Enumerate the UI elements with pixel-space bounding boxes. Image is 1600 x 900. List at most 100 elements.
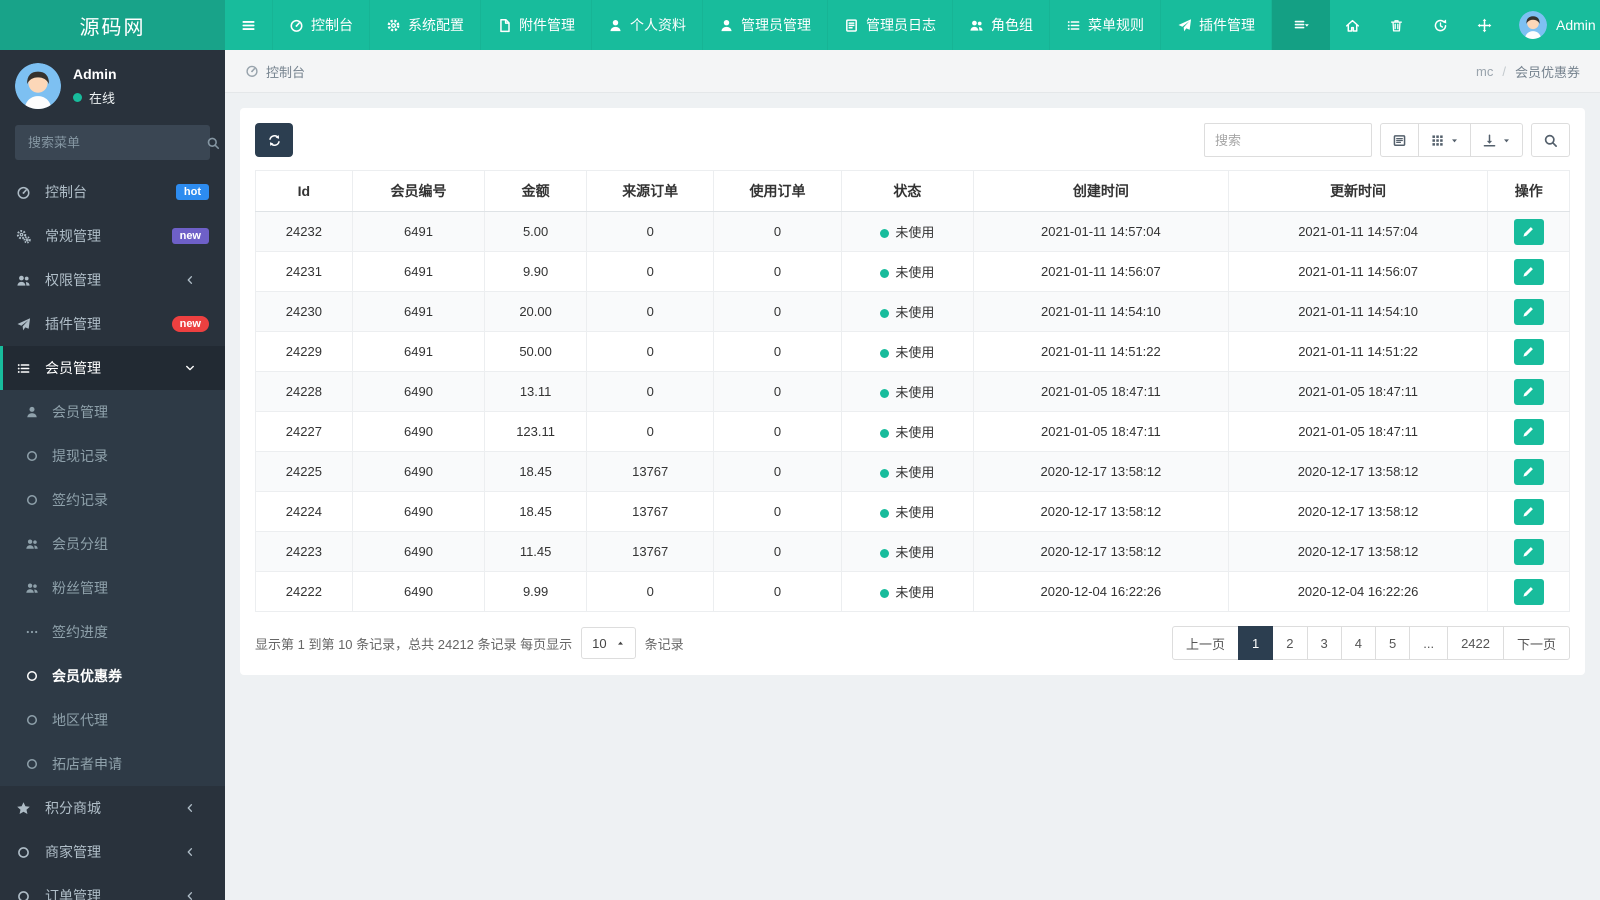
edit-button[interactable] (1513, 378, 1544, 405)
sidebar-subitem-sign-progress[interactable]: 签约进度 (0, 610, 225, 654)
column-header[interactable]: 会员编号 (351, 170, 486, 212)
page-button-3[interactable]: 3 (1306, 626, 1342, 660)
column-header[interactable]: 状态 (840, 170, 975, 212)
page-button-上一页[interactable]: 上一页 (1172, 626, 1240, 660)
nav-item-admin-log[interactable]: 管理员日志 (828, 0, 953, 50)
column-header[interactable]: 来源订单 (586, 170, 715, 212)
edit-button[interactable] (1513, 578, 1544, 605)
edit-button[interactable] (1513, 538, 1544, 565)
table-search-input[interactable] (1204, 123, 1372, 157)
nav-button-home[interactable] (1330, 0, 1374, 50)
edit-button[interactable] (1513, 458, 1544, 485)
breadcrumb-parent[interactable]: mc (1476, 64, 1493, 79)
page-button-5[interactable]: 5 (1374, 626, 1411, 660)
search-button[interactable] (1531, 123, 1570, 157)
nav-button-wipe-cache[interactable] (1374, 0, 1418, 50)
edit-button[interactable] (1513, 218, 1544, 245)
column-header[interactable]: 创建时间 (973, 170, 1229, 212)
sidebar-item-label: 常规管理 (45, 228, 101, 244)
cell-amount: 5.00 (484, 211, 588, 252)
sidebar-item-dashboard[interactable]: 控制台 hot (0, 170, 225, 214)
sidebar-item-label: 会员管理 (52, 404, 108, 420)
page-button-4[interactable]: 4 (1340, 626, 1376, 660)
sidebar-subitem-area-agent[interactable]: 地区代理 (0, 698, 225, 742)
table-row: 24223 6490 11.45 13767 0 未使用 2020-12-17 13:58:… (255, 531, 1570, 572)
cell-amount: 18.45 (484, 451, 588, 492)
nav-button-history[interactable] (1418, 0, 1462, 50)
sidebar-subitem-withdraw-record[interactable]: 提现记录 (0, 434, 225, 478)
menu-search-input[interactable] (26, 134, 206, 151)
nav-button-topmenu-dropdown[interactable] (1272, 0, 1330, 50)
columns-button[interactable] (1418, 123, 1471, 157)
edit-button[interactable] (1513, 258, 1544, 285)
cell-member_no: 6490 (351, 571, 486, 612)
column-header[interactable]: 操作 (1487, 170, 1570, 212)
caret-down-icon (1502, 136, 1511, 145)
nav-item-addon-manage[interactable]: 插件管理 (1161, 0, 1272, 50)
sidebar-item-member[interactable]: 会员管理 (0, 346, 225, 390)
status-dot-icon (880, 509, 890, 518)
refresh-button[interactable] (255, 123, 293, 157)
cell-source_order: 13767 (586, 531, 715, 572)
sidebar-item-auth[interactable]: 权限管理 (0, 258, 225, 302)
nav-item-admin-manage[interactable]: 管理员管理 (703, 0, 828, 50)
edit-button[interactable] (1513, 298, 1544, 325)
sidebar: Admin 在线 控制台hot常规管理new权限管理插件管理new会员管理会员管… (0, 50, 225, 900)
sidebar-item-merchant[interactable]: 商家管理 (0, 830, 225, 874)
breadcrumb-left[interactable]: 控制台 (266, 62, 305, 81)
online-dot-icon (73, 92, 82, 102)
nav-right-icons (1272, 0, 1506, 50)
sidebar-subitem-fans-manage[interactable]: 粉丝管理 (0, 566, 225, 610)
page-button-1[interactable]: 1 (1238, 626, 1274, 660)
nav-button-fullscreen[interactable] (1462, 0, 1506, 50)
page-button-2422[interactable]: 2422 (1447, 626, 1504, 660)
column-header[interactable]: Id (255, 170, 353, 212)
status-dot-icon (880, 309, 890, 318)
circle-o-icon (25, 713, 48, 727)
page-button-...[interactable]: ... (1409, 626, 1449, 660)
column-header[interactable]: 使用订单 (713, 170, 842, 212)
badge-new: new (171, 316, 209, 332)
column-header[interactable]: 更新时间 (1227, 170, 1489, 212)
sidebar-subitem-sign-record[interactable]: 签约记录 (0, 478, 225, 522)
cell-amount: 13.11 (484, 371, 588, 412)
sidebar-subitem-member-coupon[interactable]: 会员优惠券 (0, 654, 225, 698)
sidebar-subitem-member-manage[interactable]: 会员管理 (0, 390, 225, 434)
circle-o-icon (25, 757, 48, 771)
page-button-2[interactable]: 2 (1272, 626, 1308, 660)
edit-button[interactable] (1513, 498, 1544, 525)
sidebar-item-general[interactable]: 常规管理 new (0, 214, 225, 258)
per-page-select[interactable]: 10 (581, 627, 636, 659)
nav-item-role-group[interactable]: 角色组 (953, 0, 1050, 50)
cell-status: 未使用 (840, 571, 975, 612)
sidebar-toggle-button[interactable] (225, 0, 273, 50)
cell-updated: 2020-12-04 16:22:26 (1227, 571, 1489, 612)
nav-item-dashboard[interactable]: 控制台 (273, 0, 370, 50)
refresh-icon (267, 133, 282, 148)
detail-view-button[interactable] (1380, 123, 1419, 157)
page-button-下一页[interactable]: 下一页 (1502, 626, 1570, 660)
sidebar-item-score-mall[interactable]: 积分商城 (0, 786, 225, 830)
status-dot-icon (880, 229, 890, 238)
nav-item-attachment[interactable]: 附件管理 (481, 0, 592, 50)
sidebar-subitem-member-group[interactable]: 会员分组 (0, 522, 225, 566)
sidebar-item-order[interactable]: 订单管理 (0, 874, 225, 900)
nav-item-profile[interactable]: 个人资料 (592, 0, 703, 50)
nav-item-config[interactable]: 系统配置 (370, 0, 481, 50)
user-menu[interactable]: Admin (1506, 11, 1600, 39)
nav-menu: 控制台 系统配置 附件管理 个人资料 管理员管理 管理员日志 角色组 菜单规则 插件管理 (273, 0, 1272, 50)
cell-operate (1487, 571, 1570, 612)
pencil-icon (1521, 464, 1536, 479)
sidebar-subitem-shop-apply[interactable]: 拓店者申请 (0, 742, 225, 786)
sidebar-item-addon[interactable]: 插件管理 new (0, 302, 225, 346)
nav-item-menu-rule[interactable]: 菜单规则 (1050, 0, 1161, 50)
main-area: 控制台 mc / 会员优惠券 Id会员编号金额来源订单使用订单状态创建时间更新时… (225, 0, 1600, 675)
edit-button[interactable] (1513, 418, 1544, 445)
brand-logo[interactable]: 源码网 (0, 0, 225, 50)
cell-member_no: 6490 (351, 451, 486, 492)
cell-amount: 123.11 (484, 411, 588, 452)
breadcrumb-separator: / (1502, 63, 1506, 79)
export-button[interactable] (1470, 123, 1523, 157)
edit-button[interactable] (1513, 338, 1544, 365)
column-header[interactable]: 金额 (484, 170, 588, 212)
